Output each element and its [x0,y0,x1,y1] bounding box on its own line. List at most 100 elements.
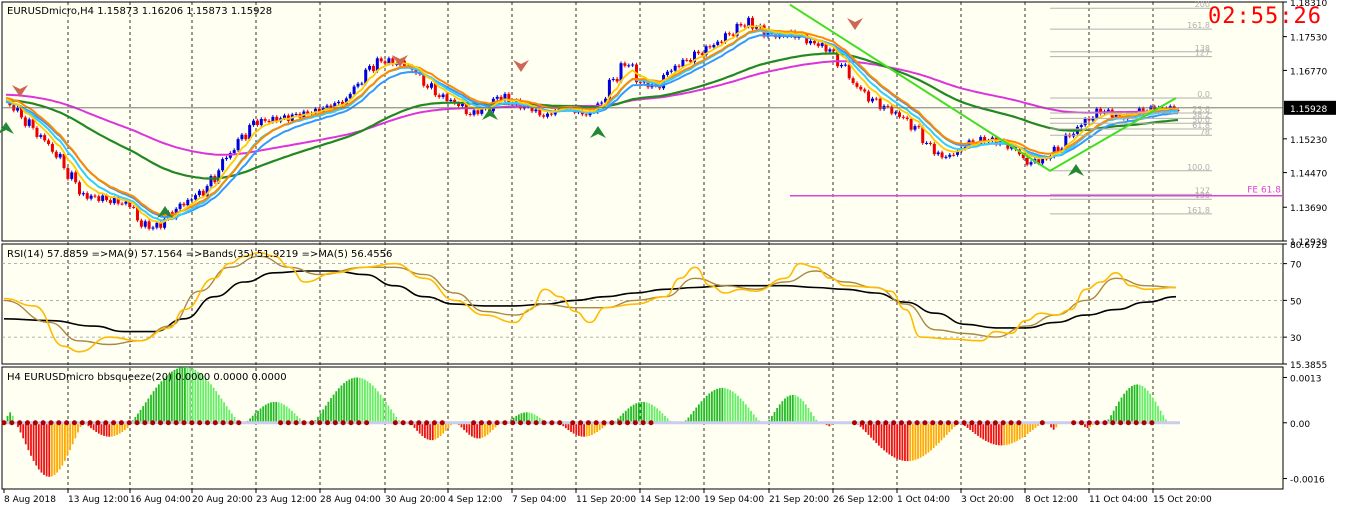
price-axis-tick: 1.14470 [1290,170,1327,180]
squeeze-bar [1024,422,1026,436]
bull-candle [611,78,615,80]
squeeze-dot [510,420,516,426]
squeeze-dot [17,420,23,426]
squeeze-dot [126,420,132,426]
squeeze-bar [24,422,27,445]
squeeze-bar [262,406,265,423]
squeeze-bar [337,388,340,423]
squeeze-bar [43,422,45,475]
bull-candle [925,142,929,144]
squeeze-bar [651,404,653,423]
squeeze-dot [212,420,218,426]
bull-candle [112,197,116,204]
bear-candle [371,65,375,72]
bull-candle [155,222,159,228]
squeeze-bar [1144,387,1146,423]
bear-candle [685,59,689,61]
bull-candle [294,113,298,115]
bull-candle [944,156,948,158]
bear-candle [108,200,112,204]
bull-candle [236,139,240,151]
bear-candle [696,51,700,54]
time-axis-label: 3 Oct 20:00 [961,495,1014,505]
bear-candle [851,78,855,84]
squeeze-dot [1000,420,1006,426]
bull-candle [843,64,847,66]
squeeze-dot [1078,420,1084,426]
squeeze-bar [885,422,888,453]
squeeze-bar [776,408,779,423]
squeeze-bar [656,408,659,423]
squeeze-bar [632,404,635,423]
squeeze-bar [108,422,111,437]
bear-candle [50,143,54,152]
squeeze-dot [549,420,555,426]
fib-level-label: 100.0 [1187,163,1210,172]
bull-candle [936,152,940,155]
squeeze-bar [1018,422,1021,440]
squeeze-bar [794,395,797,423]
squeeze-bar [285,406,288,423]
squeeze-axis-tick: 0.0013 [1290,374,1322,384]
time-axis-label: 19 Sep 04:00 [704,495,764,505]
bull-candle [631,64,635,66]
squeeze-bar [883,422,885,451]
squeeze-bar [786,396,789,423]
squeeze-bar [30,422,32,456]
time-axis-label: 16 Aug 04:00 [130,495,191,505]
bear-candle [623,63,627,66]
bull-candle [221,159,225,171]
squeeze-bar [708,393,711,423]
squeeze-bar [64,422,66,461]
time-axis-label: 23 Aug 12:00 [256,495,317,505]
bear-candle [43,135,47,141]
squeeze-dot [173,420,179,426]
bear-candle [93,195,97,197]
squeeze-dot [1133,420,1139,426]
time-axis-label: 26 Sep 12:00 [833,495,893,505]
squeeze-dot [118,420,124,426]
squeeze-bar [1000,422,1003,446]
time-axis-label: 20 Aug 20:00 [192,495,253,505]
squeeze-bar [974,422,977,434]
squeeze-bar [366,381,369,423]
bear-candle [85,193,89,199]
squeeze-bar [1005,422,1008,445]
squeeze-bar [327,401,330,423]
bear-candle [867,91,871,102]
bull-candle [259,119,263,126]
squeeze-bar [421,422,424,437]
squeeze-dot [601,420,607,426]
bear-candle [677,65,681,67]
bull-candle [101,195,105,201]
squeeze-bar [802,401,805,423]
bear-candle [874,98,878,100]
squeeze-bar [1146,390,1149,423]
squeeze-dot [220,420,226,426]
time-axis-label: 14 Sep 12:00 [640,495,700,505]
chart-background [1,1,1284,490]
squeeze-bar [322,409,325,423]
squeeze-dot [914,420,920,426]
squeeze-bar [431,422,434,441]
squeeze-dot [1,420,7,426]
bull-candle [828,49,832,52]
squeeze-bar [653,406,656,423]
squeeze-dot [867,420,873,426]
squeeze-bar [275,401,278,423]
squeeze-bar [350,378,353,423]
squeeze-bar [995,422,998,445]
bull-candle [197,190,201,196]
squeeze-bar [917,422,919,459]
trading-chart[interactable]: 200161.81381270.023.638.250.061.878100.0… [0,0,1358,510]
squeeze-bar [353,377,356,423]
bull-candle [627,65,631,67]
squeeze-bar [1026,422,1029,434]
squeeze-dot [87,420,93,426]
squeeze-bar [726,388,729,423]
squeeze-dot [325,420,331,426]
squeeze-bar [713,389,716,423]
squeeze-bar [139,409,142,423]
squeeze-bar [1123,393,1126,423]
bear-candle [263,119,267,121]
